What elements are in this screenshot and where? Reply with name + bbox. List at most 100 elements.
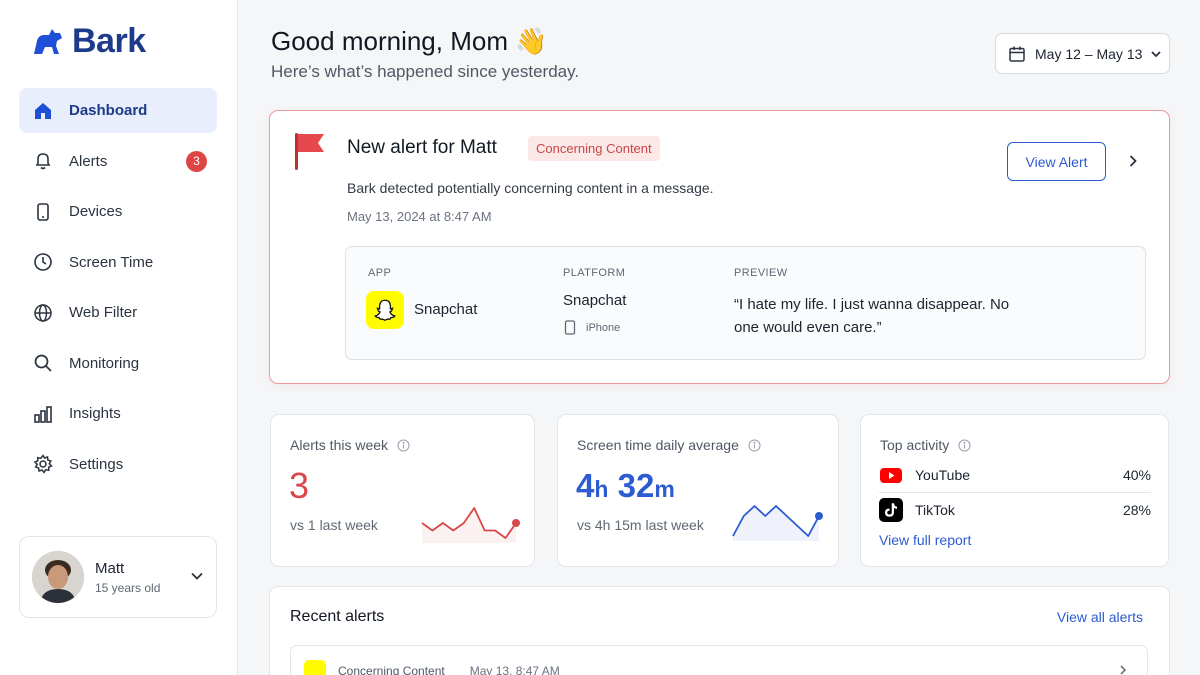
clock-icon xyxy=(33,252,53,272)
stat-label: Top activity xyxy=(880,437,971,453)
alert-timestamp: May 13, 2024 at 8:47 AM xyxy=(347,209,492,224)
alert-title: New alert for Matt xyxy=(347,137,497,158)
activity-percent: 40% xyxy=(1122,466,1151,483)
sidebar-item-dashboard[interactable]: Dashboard xyxy=(19,88,217,133)
chevron-right-icon xyxy=(1120,665,1127,675)
alerts-trend-sparkline xyxy=(421,507,520,543)
chevron-down-icon xyxy=(1151,50,1162,57)
alerts-count: 3 xyxy=(289,465,310,506)
sidebar-item-insights[interactable]: Insights xyxy=(19,391,217,436)
stat-label: Screen time daily average xyxy=(577,437,761,453)
chevron-down-icon xyxy=(191,572,203,580)
red-flag-icon xyxy=(295,133,324,170)
recent-alerts-title: Recent alerts xyxy=(290,608,385,625)
alerts-comparison: vs 1 last week xyxy=(290,517,378,533)
recent-alerts-panel: Recent alerts View all alerts Concerning… xyxy=(269,586,1170,675)
alert-device: iPhone xyxy=(564,320,620,335)
alert-detail-panel: APP PLATFORM PREVIEW Snapchat Snapchat i… xyxy=(345,246,1146,360)
platform-column-header: PLATFORM xyxy=(563,267,626,279)
device-label: iPhone xyxy=(586,321,621,334)
chevron-right-icon[interactable] xyxy=(1126,154,1140,168)
sidebar-item-label: Monitoring xyxy=(69,354,140,372)
recent-alert-type: Concerning Content xyxy=(338,664,445,675)
tiktok-icon xyxy=(879,497,903,522)
sidebar-item-devices[interactable]: Devices xyxy=(19,189,217,234)
sidebar-item-label: Dashboard xyxy=(69,102,148,119)
avatar xyxy=(32,551,84,603)
stat-label-text: Alerts this week xyxy=(290,437,389,453)
snapchat-icon xyxy=(366,291,404,329)
sidebar-item-alerts[interactable]: Alerts 3 xyxy=(19,139,217,184)
screen-time-value: 4h 32m xyxy=(576,467,675,505)
sidebar-item-screen-time[interactable]: Screen Time xyxy=(19,240,217,285)
page-title: Good morning, Mom 👋 xyxy=(271,26,548,56)
sparkline-end-point xyxy=(815,512,823,520)
alert-description: Bark detected potentially concerning con… xyxy=(347,180,714,196)
alert-app-name: Snapchat xyxy=(414,301,478,318)
minutes-value: 32 xyxy=(617,467,655,504)
sidebar-item-label: Alerts xyxy=(69,152,108,170)
home-icon xyxy=(33,101,53,121)
page-subtitle: Here’s what’s happened since yesterday. xyxy=(271,62,580,81)
bark-logo[interactable]: Bark xyxy=(30,22,146,61)
profile-age: 15 years old xyxy=(95,580,161,595)
calendar-icon xyxy=(1009,46,1025,62)
view-alert-button[interactable]: View Alert xyxy=(1007,142,1106,181)
search-icon xyxy=(33,353,53,373)
preview-column-header: PREVIEW xyxy=(734,267,788,279)
date-range-picker[interactable]: May 12 – May 13 xyxy=(995,33,1170,74)
youtube-icon xyxy=(879,463,903,487)
stat-label-text: Screen time daily average xyxy=(577,437,739,453)
sidebar-item-label: Settings xyxy=(69,455,124,473)
child-profile-switcher[interactable]: Matt 15 years old xyxy=(19,536,217,618)
sidebar: Bark Dashboard Alerts 3 Devices Screen T… xyxy=(0,0,238,675)
hours-unit: h xyxy=(594,476,609,502)
phone-icon xyxy=(33,202,53,222)
info-icon[interactable] xyxy=(748,439,761,452)
alert-platform-name: Snapchat xyxy=(563,292,627,309)
sidebar-item-monitoring[interactable]: Monitoring xyxy=(19,341,217,386)
sidebar-nav: Dashboard Alerts 3 Devices Screen Time W… xyxy=(19,88,217,492)
screen-time-card: Screen time daily average 4h 32m vs 4h 1… xyxy=(557,414,839,567)
message-preview: “I hate my life. I just wanna disappear.… xyxy=(734,296,1010,336)
stat-label-text: Top activity xyxy=(880,437,950,453)
sidebar-item-label: Devices xyxy=(69,203,123,220)
activity-percent: 28% xyxy=(1122,501,1151,518)
sidebar-item-label: Screen Time xyxy=(69,253,154,271)
hours-value: 4 xyxy=(576,467,595,504)
date-range-label: May 12 – May 13 xyxy=(1035,45,1143,62)
stat-label: Alerts this week xyxy=(290,437,410,453)
recent-alert-time: May 13, 8:47 AM xyxy=(469,664,560,675)
info-icon[interactable] xyxy=(397,439,410,452)
sparkline-end-point xyxy=(512,519,520,527)
bar-chart-icon xyxy=(33,404,53,424)
view-all-alerts-link[interactable]: View all alerts xyxy=(1057,609,1143,625)
globe-icon xyxy=(33,303,53,323)
sparkline-area xyxy=(733,506,819,541)
activity-row-youtube[interactable]: YouTube 40% xyxy=(879,458,1151,491)
bell-icon xyxy=(33,151,53,171)
sparkline-area xyxy=(422,508,516,543)
phone-icon xyxy=(564,320,576,335)
minutes-unit: m xyxy=(654,476,675,502)
screen-time-trend-sparkline xyxy=(732,505,823,541)
app-column-header: APP xyxy=(368,267,392,279)
activity-row-tiktok[interactable]: TikTok 28% xyxy=(879,493,1151,526)
profile-name: Matt xyxy=(95,559,125,577)
new-alert-card[interactable]: New alert for Matt Concerning Content Ba… xyxy=(269,110,1170,384)
snapchat-icon xyxy=(304,660,326,675)
dog-logo-icon xyxy=(34,28,62,54)
sidebar-item-settings[interactable]: Settings xyxy=(19,442,217,487)
sidebar-item-web-filter[interactable]: Web Filter xyxy=(19,290,217,335)
activity-name: TikTok xyxy=(915,501,955,518)
info-icon[interactable] xyxy=(958,439,971,452)
top-activity-card: Top activity YouTube 40% TikTok 28% View… xyxy=(860,414,1169,567)
view-full-report-link[interactable]: View full report xyxy=(879,532,971,548)
sidebar-item-label: Insights xyxy=(69,405,121,422)
recent-alert-row[interactable]: Concerning Content May 13, 8:47 AM xyxy=(290,645,1148,675)
sidebar-item-label: Web Filter xyxy=(69,304,138,321)
brand-name: Bark xyxy=(72,22,146,60)
screen-time-comparison: vs 4h 15m last week xyxy=(577,517,704,533)
gear-icon xyxy=(33,454,53,474)
alerts-count-badge: 3 xyxy=(186,150,207,172)
